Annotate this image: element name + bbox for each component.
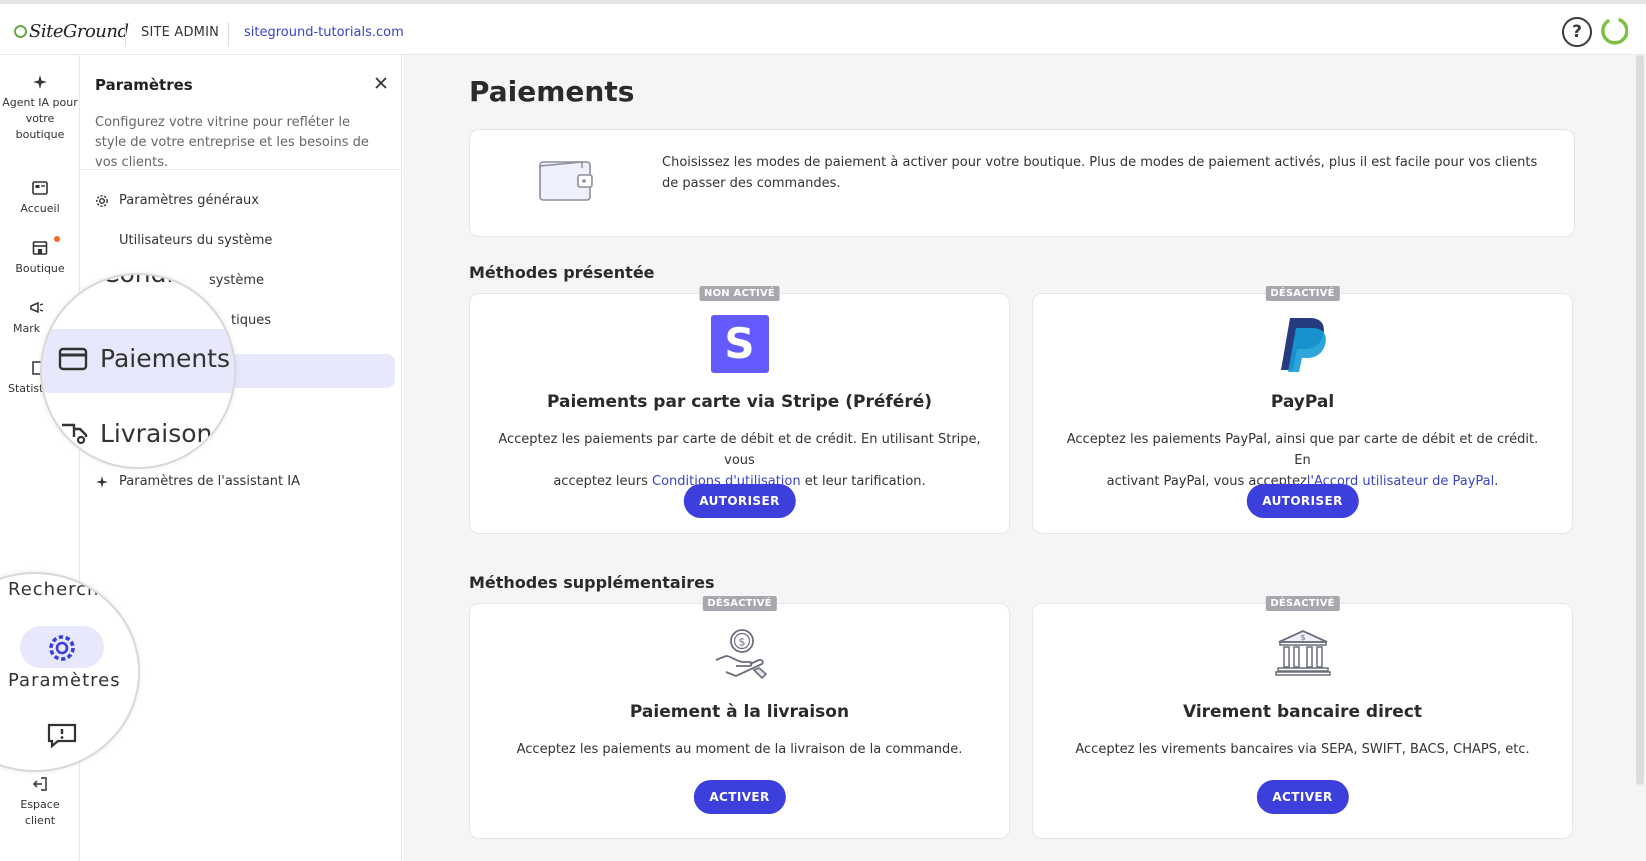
credit-card-icon bbox=[58, 347, 88, 371]
autoriser-paypal-button[interactable]: AUTORISER bbox=[1246, 484, 1359, 518]
card-title: Virement bancaire direct bbox=[1182, 702, 1423, 722]
spinner-icon bbox=[1601, 18, 1628, 45]
payment-card-paypal: DÉSACTIVÉ PayPal Acceptez les paiements … bbox=[1032, 286, 1573, 534]
nav-item-label: Utilisateurs du système bbox=[119, 233, 273, 248]
status-badge: DÉSACTIVÉ bbox=[1265, 286, 1340, 301]
nav-item-label: tiques bbox=[231, 313, 271, 328]
card-description: Acceptez les paiements PayPal, ainsi que… bbox=[1057, 429, 1548, 492]
stripe-logo-icon: S bbox=[710, 315, 769, 373]
zoom-label-recherche: Recherche bbox=[8, 579, 112, 600]
payment-card-cash-on-delivery: DÉSACTIVÉ $ Paiement à la livraison Acce… bbox=[469, 596, 1010, 839]
delivery-icon bbox=[62, 423, 88, 445]
section-title-additional: Méthodes supplémentaires bbox=[469, 573, 715, 592]
rail-item-boutique[interactable]: Boutique bbox=[0, 239, 80, 277]
divider bbox=[228, 22, 229, 46]
section-title-featured: Méthodes présentée bbox=[469, 263, 655, 282]
zoom-label-conditions: Condi bbox=[102, 273, 174, 288]
gear-icon bbox=[49, 635, 75, 661]
dashboard-icon bbox=[32, 181, 48, 195]
nav-item-assistant-ia[interactable]: Paramètres de l'assistant IA bbox=[95, 474, 300, 489]
close-icon[interactable] bbox=[371, 73, 391, 93]
scrollbar[interactable] bbox=[1636, 55, 1644, 785]
top-bar: SiteGround SITE ADMIN siteground-tutoria… bbox=[0, 0, 1646, 55]
help-circle-icon[interactable]: ? bbox=[1562, 17, 1592, 47]
activer-bank-transfer-button[interactable]: ACTIVER bbox=[1256, 780, 1349, 814]
desc-line: Acceptez les paiements PayPal, ainsi que… bbox=[1066, 432, 1539, 468]
nav-item-utilisateurs[interactable]: Utilisateurs du système bbox=[119, 233, 272, 248]
panel-title: Paramètres bbox=[95, 76, 193, 94]
card-title: PayPal bbox=[1270, 392, 1335, 412]
status-badge: DÉSACTIVÉ bbox=[1265, 596, 1340, 611]
nav-item-conditions[interactable]: système bbox=[209, 273, 264, 288]
autoriser-stripe-button[interactable]: AUTORISER bbox=[683, 484, 796, 518]
paypal-logo-icon bbox=[1280, 318, 1326, 372]
nav-item-label: système bbox=[209, 273, 264, 288]
nav-item-politiques[interactable]: tiques bbox=[231, 313, 271, 328]
card-description: Acceptez les paiements au moment de la l… bbox=[516, 742, 963, 757]
feedback-icon[interactable] bbox=[46, 722, 78, 748]
payment-card-bank-transfer: DÉSACTIVÉ $ Virement bancaire direct Acc… bbox=[1032, 596, 1573, 839]
megaphone-icon bbox=[30, 301, 44, 314]
logo-mark-icon bbox=[14, 24, 27, 38]
rail-item-label: Statist bbox=[8, 382, 44, 395]
desc-line: Acceptez les paiements par carte de débi… bbox=[498, 432, 981, 468]
intro-card: Choisissez les modes de paiement à activ… bbox=[469, 129, 1575, 237]
page-title: Paiements bbox=[469, 75, 635, 108]
logo-text: SiteGround bbox=[29, 20, 129, 42]
activer-cod-button[interactable]: ACTIVER bbox=[693, 780, 786, 814]
cash-hand-icon: $ bbox=[715, 629, 767, 680]
svg-text:$: $ bbox=[738, 636, 745, 649]
rail-item-accueil[interactable]: Accueil bbox=[0, 179, 80, 217]
nav-item-parametres-generaux[interactable]: Paramètres généraux bbox=[95, 193, 259, 208]
card-title: Paiement à la livraison bbox=[629, 702, 850, 722]
wallet-icon bbox=[539, 161, 593, 201]
rail-item-label: Agent IA pour votre boutique bbox=[2, 96, 78, 141]
notification-dot bbox=[54, 236, 60, 242]
desc-text: . bbox=[1494, 474, 1499, 489]
magnifier-nav-zoom: Condi Paiements Livraison bbox=[40, 273, 236, 469]
intro-text: Choisissez les modes de paiement à activ… bbox=[662, 155, 1538, 191]
card-description: Acceptez les virements bancaires via SEP… bbox=[1075, 742, 1530, 757]
sparkle-icon bbox=[33, 75, 47, 89]
zoom-label-parametres[interactable]: Paramètres bbox=[8, 670, 121, 691]
sparkle-icon bbox=[96, 475, 108, 488]
main-content: Paiements Choisissez les modes de paieme… bbox=[403, 55, 1646, 861]
rail-item-label: Boutique bbox=[15, 262, 65, 275]
divider bbox=[81, 169, 402, 170]
nav-item-label: Paramètres de l'assistant IA bbox=[119, 474, 300, 489]
bank-icon: $ bbox=[1274, 630, 1331, 676]
desc-text: acceptez leurs bbox=[553, 474, 653, 489]
desc-text: et leur tarification. bbox=[800, 474, 926, 489]
site-domain-link[interactable]: siteground-tutorials.com bbox=[244, 25, 404, 40]
status-badge: NON ACTIVÉ bbox=[699, 286, 780, 301]
zoom-label-paiements[interactable]: Paiements bbox=[100, 344, 230, 373]
zoom-label-livraison: Livraison bbox=[100, 419, 213, 448]
rail-item-espace-client[interactable]: Espace client bbox=[0, 775, 80, 829]
exit-icon bbox=[32, 777, 47, 791]
divider bbox=[125, 22, 126, 46]
rail-item-label: Mark bbox=[13, 322, 41, 335]
gear-icon bbox=[96, 194, 108, 207]
card-description: Acceptez les paiements par carte de débi… bbox=[494, 429, 985, 492]
payment-card-stripe: NON ACTIVÉ S Paiements par carte via Str… bbox=[469, 286, 1010, 534]
nav-item-label: Paramètres généraux bbox=[119, 193, 259, 208]
rail-item-label: Espace client bbox=[20, 798, 60, 827]
card-title: Paiements par carte via Stripe (Préféré) bbox=[546, 392, 933, 412]
rail-item-ai-agent[interactable]: Agent IA pour votre boutique bbox=[0, 73, 80, 143]
panel-description: Configurez votre vitrine pour refléter l… bbox=[95, 115, 369, 170]
siteground-logo[interactable]: SiteGround bbox=[14, 18, 129, 44]
store-icon bbox=[32, 241, 48, 255]
svg-text:$: $ bbox=[1300, 633, 1305, 642]
status-badge: DÉSACTIVÉ bbox=[702, 596, 777, 611]
site-admin-label: SITE ADMIN bbox=[141, 25, 220, 40]
rail-item-label: Accueil bbox=[20, 202, 60, 215]
